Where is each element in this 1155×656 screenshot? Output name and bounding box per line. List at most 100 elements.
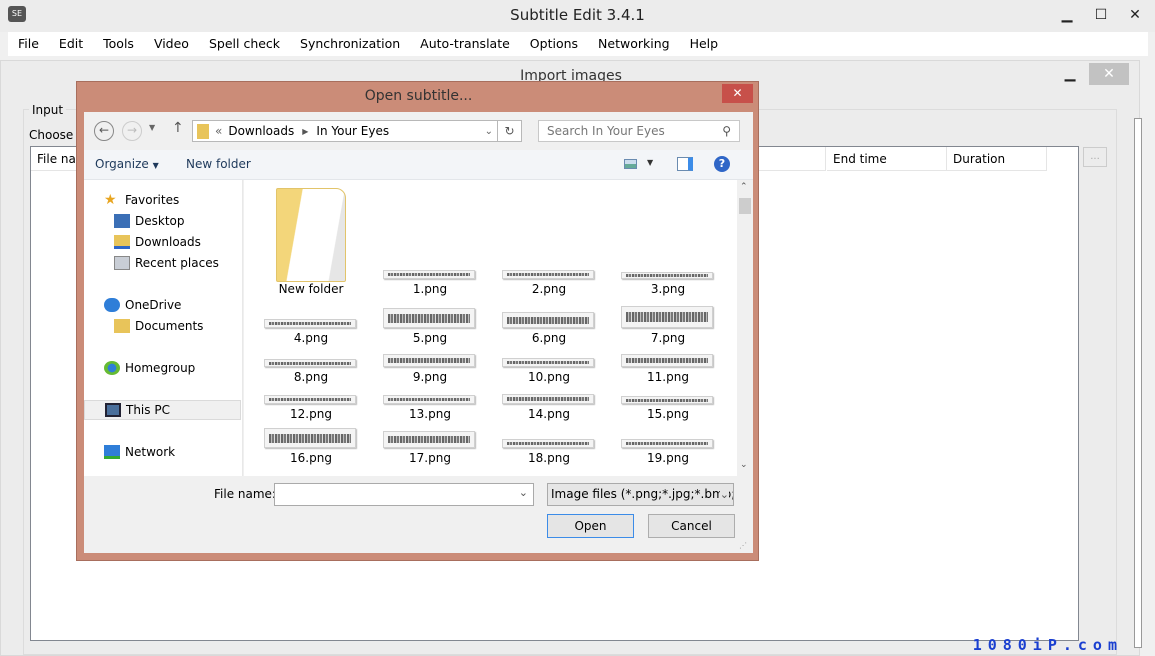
file-list-scrollbar[interactable]: ⌃ ⌄ (737, 180, 753, 476)
organize-button[interactable]: Organize ▼ (95, 157, 159, 171)
file-name-label: New folder (278, 282, 344, 296)
dialog-footer: File name: ⌄ Image files (*.png;*.jpg;*.… (84, 476, 753, 553)
search-input[interactable]: Search In Your Eyes ⚲ (538, 120, 740, 142)
dialog-body: ← → ▼ ↑ « Downloads ▶ In Your Eyes ⌄ ↻ S… (84, 112, 753, 553)
file-name-label: 5.png (412, 331, 448, 345)
app-titlebar: SE Subtitle Edit 3.4.1 ▁ ☐ ✕ (0, 0, 1155, 32)
downloads-icon (114, 235, 130, 249)
nav-label: Downloads (135, 235, 201, 249)
nav-this-pc[interactable]: This PC (84, 400, 241, 420)
open-button[interactable]: Open (547, 514, 634, 538)
scroll-up-icon[interactable]: ⌃ (740, 182, 748, 192)
recent-locations-icon[interactable]: ▼ (149, 123, 155, 132)
new-folder-button[interactable]: New folder (186, 157, 251, 171)
file-name-label: 14.png (528, 407, 570, 421)
input-group-label: Input (29, 103, 67, 117)
forward-button[interactable]: → (122, 121, 142, 141)
menu-video[interactable]: Video (144, 32, 199, 56)
image-thumbnail (502, 358, 594, 367)
image-thumbnail (264, 395, 356, 404)
help-icon[interactable]: ? (714, 156, 730, 172)
menu-networking[interactable]: Networking (588, 32, 680, 56)
file-name-label: 16.png (290, 451, 332, 465)
maximize-button[interactable]: ☐ (1086, 4, 1116, 26)
image-thumbnail (383, 354, 475, 367)
menu-edit[interactable]: Edit (49, 32, 93, 56)
browse-button[interactable]: ... (1083, 147, 1107, 167)
search-icon: ⚲ (722, 124, 731, 138)
menu-synchronization[interactable]: Synchronization (290, 32, 410, 56)
menu-auto-translate[interactable]: Auto-translate (410, 32, 520, 56)
image-thumbnail (264, 428, 356, 448)
nav-documents[interactable]: Documents (84, 316, 243, 336)
file-name-label: 6.png (531, 331, 567, 345)
address-dropdown-icon[interactable]: ⌄ (485, 126, 493, 137)
preview-pane-icon[interactable] (677, 157, 693, 171)
cancel-button[interactable]: Cancel (648, 514, 735, 538)
menu-spell-check[interactable]: Spell check (199, 32, 290, 56)
nav-label: This PC (126, 403, 170, 417)
breadcrumb-downloads[interactable]: Downloads (228, 124, 294, 138)
nav-downloads[interactable]: Downloads (84, 232, 243, 252)
scroll-down-icon[interactable]: ⌄ (740, 460, 748, 470)
file-name-label: 9.png (412, 370, 448, 384)
breadcrumb-overflow[interactable]: « (215, 124, 222, 138)
file-type-select[interactable]: Image files (*.png;*.jpg;*.bmp;* ⌄ (547, 483, 734, 506)
file-list[interactable]: New folder 1.png 2.png 3.png 4.png 5.png 6.png… (244, 180, 737, 476)
up-icon[interactable]: ↑ (172, 120, 184, 136)
image-thumbnail (502, 394, 594, 404)
image-thumbnail (502, 439, 594, 448)
file-type-value: Image files (*.png;*.jpg;*.bmp;* (551, 487, 734, 501)
menu-options[interactable]: Options (520, 32, 588, 56)
column-end-time[interactable]: End time (827, 147, 947, 171)
scroll-thumb[interactable] (739, 198, 751, 214)
chevron-down-icon[interactable]: ⌄ (519, 486, 528, 499)
menu-bar: File Edit Tools Video Spell check Synchr… (8, 32, 1148, 56)
close-button[interactable]: ✕ (1120, 4, 1150, 26)
dialog-close-button[interactable]: ✕ (722, 84, 753, 103)
menu-file[interactable]: File (8, 32, 49, 56)
file-name-label: 18.png (528, 451, 570, 465)
back-button[interactable]: ← (94, 121, 114, 141)
folder-icon (197, 123, 209, 139)
file-name-input[interactable]: ⌄ (274, 483, 534, 506)
nav-network[interactable]: Network (84, 442, 243, 462)
minimize-button[interactable]: ▁ (1052, 4, 1082, 26)
chevron-down-icon: ⌄ (719, 484, 729, 505)
nav-onedrive[interactable]: OneDrive (84, 295, 243, 315)
recent-places-icon (114, 256, 130, 270)
import-close-button[interactable]: ✕ (1089, 63, 1129, 85)
file-name-label: 1.png (412, 282, 448, 296)
menu-help[interactable]: Help (680, 32, 729, 56)
view-dropdown-icon[interactable]: ▼ (647, 158, 653, 167)
nav-recent-places[interactable]: Recent places (84, 253, 243, 273)
image-thumbnail (621, 272, 713, 279)
breadcrumb-in-your-eyes[interactable]: In Your Eyes (316, 124, 389, 138)
address-bar[interactable]: « Downloads ▶ In Your Eyes ⌄ (192, 120, 498, 142)
app-title: Subtitle Edit 3.4.1 (510, 6, 645, 24)
image-thumbnail (264, 359, 356, 367)
column-duration[interactable]: Duration (947, 147, 1047, 171)
background-window-edge (1134, 118, 1142, 648)
large-folder-icon (276, 188, 346, 282)
file-name-label: 15.png (647, 407, 689, 421)
watermark-logo: 1080iP.com (972, 636, 1123, 654)
star-icon: ★ (104, 192, 117, 208)
organize-label: Organize (95, 157, 149, 171)
network-icon (104, 445, 120, 459)
file-name-label: 2.png (531, 282, 567, 296)
import-minimize-button[interactable]: ▁ (1055, 63, 1085, 85)
resize-grip-icon[interactable]: ⋰ (739, 541, 747, 550)
image-thumbnail (383, 308, 475, 328)
nav-label: Favorites (125, 193, 180, 207)
change-view-icon[interactable] (624, 159, 637, 169)
image-thumbnail (502, 312, 594, 328)
nav-favorites[interactable]: ★ Favorites (84, 190, 243, 210)
menu-tools[interactable]: Tools (93, 32, 144, 56)
image-thumbnail (383, 431, 475, 448)
file-name-label: 17.png (409, 451, 451, 465)
image-thumbnail (383, 270, 475, 279)
refresh-icon[interactable]: ↻ (498, 120, 522, 142)
nav-homegroup[interactable]: Homegroup (84, 358, 243, 378)
nav-desktop[interactable]: Desktop (84, 211, 243, 231)
